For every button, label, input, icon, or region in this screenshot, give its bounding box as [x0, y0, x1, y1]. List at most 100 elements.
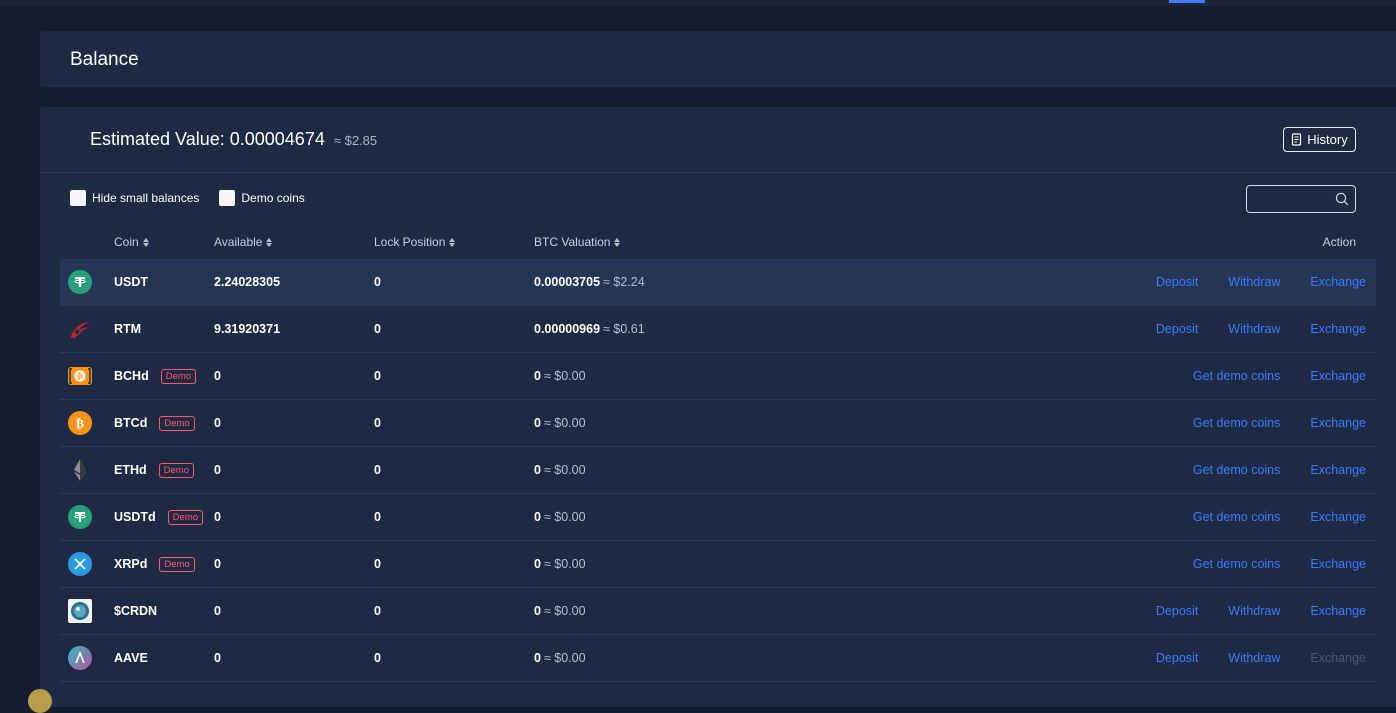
bch-icon: ₿	[68, 353, 94, 399]
coin-name: RTM	[114, 306, 141, 352]
usd-value: ≈ $0.00	[543, 416, 586, 430]
col-btc-valuation[interactable]: BTC Valuation	[534, 235, 621, 249]
demo-badge: Demo	[159, 556, 195, 572]
btc-value: 0	[534, 510, 541, 524]
btc-value: 0.00000969	[534, 322, 601, 336]
col-lock-position[interactable]: Lock Position	[374, 235, 456, 249]
hide-small-balances-checkbox[interactable]: Hide small balances	[70, 190, 199, 206]
search-box[interactable]	[1246, 185, 1356, 213]
col-coin-label: Coin	[114, 235, 139, 249]
exchange-link[interactable]: Exchange	[1310, 322, 1366, 336]
usd-value: ≈ $0.00	[543, 510, 586, 524]
usdt-icon	[68, 494, 94, 540]
coin-symbol: USDT	[114, 275, 149, 289]
col-btc-label: BTC Valuation	[534, 235, 611, 249]
btc-valuation: 0 ≈ $0.00	[534, 400, 586, 446]
coin-name: USDT	[114, 259, 148, 305]
withdraw-link[interactable]: Withdraw	[1228, 322, 1280, 336]
exchange-link[interactable]: Exchange	[1310, 369, 1366, 383]
sort-icon[interactable]	[266, 237, 273, 247]
coin-icon	[28, 689, 52, 713]
available-value: 2.24028305	[214, 275, 281, 289]
history-button[interactable]: History	[1283, 127, 1356, 152]
sort-icon[interactable]	[614, 237, 621, 247]
demo-coins-label: Demo coins	[241, 191, 305, 205]
demo-badge: Demo	[158, 462, 194, 478]
withdraw-link[interactable]: Withdraw	[1228, 275, 1280, 289]
exchange-link[interactable]: Exchange	[1310, 463, 1366, 477]
coin-symbol: BCHd	[114, 369, 149, 383]
row-actions: Deposit Withdraw Exchange	[1156, 259, 1366, 305]
exchange-link[interactable]: Exchange	[1310, 275, 1366, 289]
exchange-link[interactable]: Exchange	[1310, 557, 1366, 571]
col-available[interactable]: Available	[214, 235, 273, 249]
get-demo-coins-link[interactable]: Get demo coins	[1193, 510, 1281, 524]
get-demo-coins-link[interactable]: Get demo coins	[1193, 557, 1281, 571]
btc-value: 0	[534, 416, 541, 430]
coin-symbol: RTM	[114, 322, 142, 336]
checkbox-box[interactable]	[70, 190, 86, 206]
filters: Hide small balances Demo coins	[70, 190, 325, 206]
deposit-link[interactable]: Deposit	[1156, 322, 1198, 336]
btc-valuation: 0 ≈ $0.00	[534, 494, 586, 540]
table-row: USDTd Demo 0 0 0 ≈ $0.00 Get demo coins E…	[60, 494, 1376, 541]
available-value: 0	[214, 604, 221, 618]
exchange-link[interactable]: Exchange	[1310, 510, 1366, 524]
search-icon[interactable]	[1335, 192, 1349, 206]
crdn-icon	[68, 588, 94, 634]
lock-position-value: 0	[374, 510, 381, 524]
svg-text:₿: ₿	[77, 371, 83, 381]
demo-badge: Demo	[159, 415, 195, 431]
get-demo-coins-link[interactable]: Get demo coins	[1193, 463, 1281, 477]
divider	[40, 172, 1396, 173]
btc-valuation: 0 ≈ $0.00	[534, 353, 586, 399]
coin-name: BCHd Demo	[114, 353, 197, 399]
table-row: ETHd Demo 0 0 0 ≈ $0.00 Get demo coins Ex…	[60, 447, 1376, 494]
usdt-icon	[68, 259, 94, 305]
withdraw-link[interactable]: Withdraw	[1228, 651, 1280, 665]
col-action-label: Action	[1322, 235, 1356, 249]
available-value: 0	[214, 651, 221, 665]
btc-valuation: 0 ≈ $0.00	[534, 541, 586, 587]
table-row: ₿ BCHd Demo 0 0 0 ≈ $0.00 Get demo coins…	[60, 353, 1376, 400]
btc-valuation: 0 ≈ $0.00	[534, 447, 586, 493]
coin-name: ETHd Demo	[114, 447, 194, 493]
deposit-link[interactable]: Deposit	[1156, 651, 1198, 665]
coin-name: BTCd Demo	[114, 400, 195, 446]
btc-valuation: 0.00000969 ≈ $0.61	[534, 306, 645, 352]
table-row: AAVE 0 0 0 ≈ $0.00 Deposit Withdraw Exchan…	[60, 635, 1376, 682]
get-demo-coins-link[interactable]: Get demo coins	[1193, 416, 1281, 430]
lock-position-value: 0	[374, 604, 381, 618]
usd-value: ≈ $0.00	[543, 463, 586, 477]
exchange-link[interactable]: Exchange	[1310, 651, 1366, 665]
lock-position-value: 0	[374, 557, 381, 571]
available-value: 0	[214, 369, 221, 383]
lock-position-value: 0	[374, 369, 381, 383]
demo-coins-checkbox[interactable]: Demo coins	[219, 190, 305, 206]
coin-symbol: XRPd	[114, 557, 148, 571]
coin-name: XRPd Demo	[114, 541, 195, 587]
lock-position-value: 0	[374, 463, 381, 477]
deposit-link[interactable]: Deposit	[1156, 604, 1198, 618]
col-coin[interactable]: Coin	[114, 235, 149, 249]
sort-icon[interactable]	[449, 237, 456, 247]
active-nav-indicator	[1169, 0, 1205, 3]
exchange-link[interactable]: Exchange	[1310, 416, 1366, 430]
lock-position-value: 0	[374, 416, 381, 430]
checkbox-box[interactable]	[219, 190, 236, 206]
coin-symbol: $CRDN	[114, 604, 158, 618]
table-row: ₿ BTCd Demo 0 0 0 ≈ $0.00 Get demo coins…	[60, 400, 1376, 447]
btc-value: 0.00003705	[534, 275, 601, 289]
available-value: 0	[214, 557, 221, 571]
table-row: RTM 9.31920371 0 0.00000969 ≈ $0.61 Depo…	[60, 306, 1376, 353]
btc-valuation: 0 ≈ $0.00	[534, 588, 586, 634]
withdraw-link[interactable]: Withdraw	[1228, 604, 1280, 618]
exchange-link[interactable]: Exchange	[1310, 604, 1366, 618]
sort-icon[interactable]	[142, 237, 149, 247]
btc-icon: ₿	[68, 400, 94, 446]
row-actions: Get demo coins Exchange	[1193, 447, 1366, 493]
deposit-link[interactable]: Deposit	[1156, 275, 1198, 289]
get-demo-coins-link[interactable]: Get demo coins	[1193, 369, 1281, 383]
col-lock-label: Lock Position	[374, 235, 446, 249]
search-input[interactable]	[1253, 190, 1333, 208]
